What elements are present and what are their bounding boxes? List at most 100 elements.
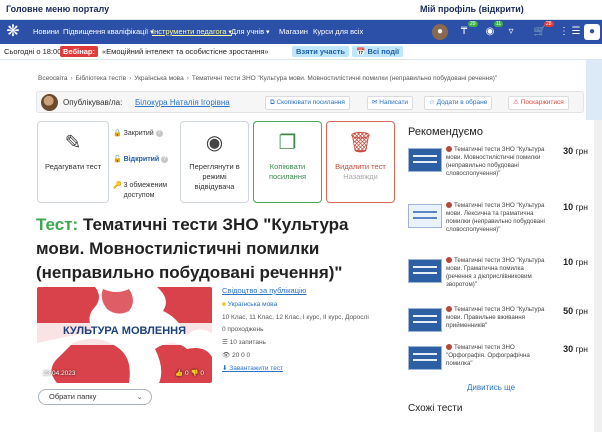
report-label: Поскаржитися <box>520 99 564 106</box>
author-avatar-icon <box>446 202 452 209</box>
recommend-item[interactable]: Тематичні тести ЗНО "Культура мови. Мовн… <box>408 146 588 192</box>
notifications-icon[interactable]: ● <box>584 24 600 40</box>
chevron-down-icon: ⌄ <box>136 392 143 401</box>
access-closed[interactable]: 🔒 Закритий? <box>113 129 163 137</box>
page-title: Тест: Тематичні тести ЗНО "Культура мови… <box>36 213 401 285</box>
published-by-label: Опублікував/ла: <box>63 98 123 107</box>
title-text: Тематичні тести ЗНО "Культура мови. Мовн… <box>36 215 349 282</box>
author-avatar-icon <box>446 257 452 264</box>
similar-tests-heading: Схожі тести <box>408 403 463 414</box>
recommend-price: 50 <box>563 306 574 316</box>
recommend-currency: грн <box>575 344 588 354</box>
all-events-label: Всі події <box>367 47 400 56</box>
recommend-thumb <box>408 204 442 228</box>
report-button[interactable]: ⚠ Поскаржитися <box>508 96 569 110</box>
breadcrumb: Всеосвіта › Бібліотека тестів › Українська м… <box>38 75 498 82</box>
webinar-topic[interactable]: «Емоційний інтелект та особистісне зрост… <box>102 47 269 56</box>
nav-courses[interactable]: Курси для всіх <box>313 27 363 36</box>
delete-test-label: Видалити тест <box>335 162 386 171</box>
recommend-text: Тематичні тести ЗНО "Культура мови. Лекс… <box>446 202 545 233</box>
see-more-link[interactable]: Дивитись ще <box>467 383 515 392</box>
certificate-link[interactable]: Свідоцтво за публікацію <box>222 286 306 295</box>
copy-icon: ❐ <box>278 132 297 154</box>
webinar-badge: Вебінар: <box>60 46 98 57</box>
author-bar: Опублікував/ла: Білокура Наталія Ігорівн… <box>36 91 584 113</box>
recommend-text: Тематичні тести ЗНО "Культура мови. Мовн… <box>446 146 545 177</box>
help-icon[interactable]: ? <box>161 155 169 163</box>
add-favorite-button[interactable]: ☆ Додати в обране <box>424 96 493 110</box>
author-avatar-icon <box>446 146 452 153</box>
download-test-link[interactable]: ⬇ Завантажити тест <box>222 364 283 372</box>
user-avatar-icon[interactable]: ● <box>432 24 448 40</box>
likes-count: 0 <box>185 370 189 377</box>
recommend-item[interactable]: Тематичні тести ЗНО "Культура мови. Грам… <box>408 257 588 303</box>
recommend-item[interactable]: Тематичні тести ЗНО "Культура мови. Лекс… <box>408 202 588 248</box>
edit-test-card[interactable]: ✎ Редагувати тест <box>37 121 109 203</box>
breadcrumb-home[interactable]: Всеосвіта <box>38 75 67 82</box>
nav-for-students[interactable]: Для учнів <box>231 27 270 36</box>
cover-date: 23.04.2023 <box>43 370 76 377</box>
access-limited-label: 3 обмеженим доступом <box>123 182 168 199</box>
recommend-text: Тематичні тести ЗНО "Культура мови. Прав… <box>446 306 545 329</box>
recommend-currency: грн <box>575 202 588 212</box>
all-events-button[interactable]: 📅 Всі події <box>352 46 404 57</box>
trash-icon: 🗑 <box>347 132 374 154</box>
delete-test-card[interactable]: 🗑 Видалити тест Назавжди <box>326 121 395 203</box>
hamburger-icon[interactable]: ☰ <box>568 24 584 40</box>
recommend-price: 10 <box>563 202 574 212</box>
folder-select[interactable]: Обрати папку ⌄ <box>38 389 152 405</box>
passes-count: 0 проходжень <box>222 326 264 333</box>
top-menu-bar: Головне меню порталу Мій профіль (відкри… <box>0 0 602 20</box>
author-avatar-icon <box>446 306 452 313</box>
edit-test-label: Редагувати тест <box>44 162 102 171</box>
nav-news[interactable]: Новини <box>33 27 59 36</box>
title-prefix: Тест: <box>36 215 79 234</box>
profile-link[interactable]: Мій профіль (відкрити) <box>420 4 524 14</box>
eye-icon: ◉ <box>205 132 224 154</box>
questions-count: ☰ 10 запитань <box>222 339 266 346</box>
portal-logo-icon[interactable]: ❋ <box>4 23 22 41</box>
recommend-thumb <box>408 308 442 332</box>
folder-select-label: Обрати папку <box>49 392 97 401</box>
join-webinar-button[interactable]: Взяти участь <box>292 46 350 57</box>
copy-link-card-label: Копіювати посилання <box>268 162 307 181</box>
recommend-currency: грн <box>575 146 588 156</box>
recommend-thumb <box>408 148 442 172</box>
nav-teacher-tools[interactable]: Інструменти педагога <box>152 27 232 36</box>
help-icon[interactable]: ? <box>155 129 163 137</box>
avatar[interactable] <box>41 94 58 111</box>
nav-shop[interactable]: Магазин <box>279 27 308 36</box>
access-limited[interactable]: 🔑 3 обмеженим доступом <box>113 181 174 201</box>
copy-link-label: Скопіювати посилання <box>276 99 345 106</box>
access-open[interactable]: 🔓 Відкритий? <box>113 155 169 163</box>
bonus-badge: 11 <box>494 21 504 27</box>
visitor-view-card[interactable]: ◉ Переглянути в режимі відвідувача <box>180 121 249 203</box>
recommend-price: 10 <box>563 257 574 267</box>
main-menu-link[interactable]: Головне меню порталу <box>6 4 109 14</box>
breadcrumb-current: Тематичні тести ЗНО "Культура мови. Мовн… <box>191 75 498 82</box>
nav-qualification[interactable]: Підвищення кваліфікації <box>63 27 154 36</box>
recommend-currency: грн <box>575 257 588 267</box>
chevron-down-icon[interactable]: ▿ <box>503 24 519 40</box>
webinar-bar: Сьогодні о 18:00 Вебінар: «Емоційний інт… <box>0 44 602 60</box>
copy-link-card[interactable]: ❐ Копіювати посилання <box>253 121 322 203</box>
main-nav: ❋ Новини Підвищення кваліфікації Інструм… <box>0 20 602 44</box>
breadcrumb-subject[interactable]: Українська мова <box>134 75 183 82</box>
write-button[interactable]: ✉ Написати <box>367 96 414 110</box>
copy-link-button[interactable]: ⧉ Скопіювати посилання <box>265 96 350 110</box>
side-panel-tab[interactable] <box>586 60 602 120</box>
visitor-view-label: Переглянути в режимі відвідувача <box>189 162 240 191</box>
cover-reactions[interactable]: 👍 0 👎 0 <box>175 369 204 377</box>
dislikes-count: 0 <box>200 370 204 377</box>
questions-label: 10 запитань <box>229 339 266 346</box>
author-name-link[interactable]: Білокура Наталія Ігорівна <box>135 98 230 107</box>
language-tag[interactable]: ■ Українська мова <box>222 301 277 308</box>
breadcrumb-library[interactable]: Бібліотека тестів <box>76 75 126 82</box>
flag-icon: ■ <box>222 301 226 308</box>
grades-list: 10 Клас, 11 Клас, 12 Клас, І курс, ІІ ку… <box>222 314 369 321</box>
access-closed-label: Закритий <box>123 130 154 137</box>
test-cover-image[interactable]: КУЛЬТУРА МОВЛЕННЯ 23.04.2023 👍 0 👎 0 <box>37 287 212 383</box>
recommend-text: Тематичні тести ЗНО "Орфографія. Орфогра… <box>446 344 530 367</box>
webinar-time: Сьогодні о 18:00 <box>4 47 62 56</box>
cart-badge: 28 <box>544 21 554 27</box>
